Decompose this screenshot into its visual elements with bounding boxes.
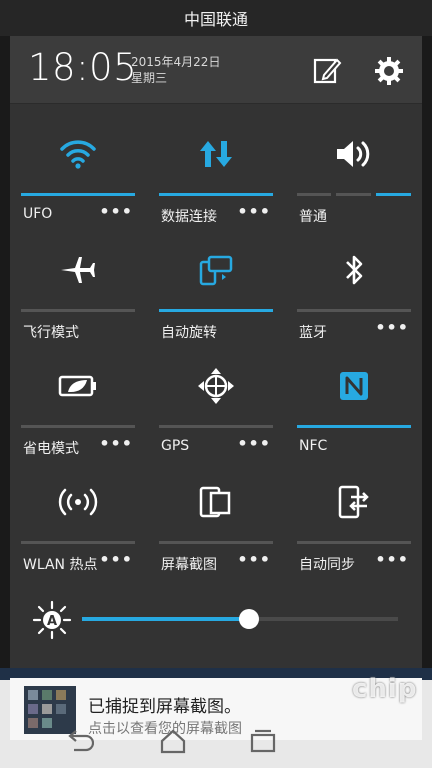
brightness-control: A	[10, 596, 422, 646]
tile-rotate-indicator	[159, 309, 273, 312]
more-icon[interactable]: •••	[99, 434, 133, 453]
wifi-icon	[21, 116, 135, 192]
panel-header: 18:05 2015年4月22日 星期三	[10, 36, 422, 104]
home-icon[interactable]	[158, 726, 188, 756]
clock-time: 18:05	[28, 46, 138, 89]
brightness-fill	[82, 617, 249, 621]
navigation-bar	[0, 716, 432, 768]
tile-bluetooth-label: 蓝牙	[299, 325, 327, 341]
brightness-thumb[interactable]	[239, 609, 259, 629]
tile-sound[interactable]: 普通	[297, 116, 411, 232]
tile-sound-label: 普通	[299, 209, 327, 225]
recent-apps-icon[interactable]	[248, 726, 278, 756]
more-icon[interactable]: •••	[99, 550, 133, 569]
quick-settings-panel: 18:05 2015年4月22日 星期三 UFO ••• 数据连接 ••• 普通…	[10, 36, 422, 668]
tile-screenshot-indicator	[159, 541, 273, 544]
gps-icon	[159, 348, 273, 424]
more-icon[interactable]: •••	[99, 202, 133, 221]
nfc-icon	[297, 348, 411, 424]
tile-nfc[interactable]: NFC	[297, 348, 411, 464]
tile-data[interactable]: 数据连接 •••	[159, 116, 273, 232]
tile-gps[interactable]: GPS •••	[159, 348, 273, 464]
tile-sync-indicator	[297, 541, 411, 544]
back-icon[interactable]	[64, 726, 95, 756]
svg-text:A: A	[47, 614, 57, 629]
tile-screenshot-label: 屏幕截图	[161, 557, 217, 573]
tile-data-label: 数据连接	[161, 209, 217, 225]
tile-wifi-label: UFO	[23, 206, 53, 222]
gear-icon[interactable]	[374, 56, 404, 86]
more-icon[interactable]: •••	[237, 202, 271, 221]
watermark-logo: chip	[352, 674, 418, 704]
volume-level-2	[336, 193, 371, 196]
more-icon[interactable]: •••	[375, 550, 409, 569]
volume-icon	[297, 116, 411, 192]
tile-sync[interactable]: 自动同步 •••	[297, 464, 411, 580]
tile-airplane-label: 飞行模式	[23, 325, 79, 341]
volume-level-1	[297, 193, 331, 196]
tile-rotate-label: 自动旋转	[161, 325, 217, 341]
tile-rotate[interactable]: 自动旋转	[159, 232, 273, 348]
tile-gps-label: GPS	[161, 438, 190, 454]
rotate-icon	[159, 232, 273, 308]
screenshot-icon	[159, 464, 273, 540]
tile-battery-saver-indicator	[21, 425, 135, 428]
sync-icon	[297, 464, 411, 540]
tile-nfc-indicator	[297, 425, 411, 428]
tile-airplane[interactable]: 飞行模式	[21, 232, 135, 348]
carrier-label: 中国联通	[183, 10, 248, 29]
tile-hotspot-indicator	[21, 541, 135, 544]
weekday-label: 星期三	[131, 71, 168, 85]
auto-brightness-icon[interactable]: A	[32, 600, 72, 640]
tile-data-indicator	[159, 193, 273, 196]
tile-bluetooth[interactable]: 蓝牙 •••	[297, 232, 411, 348]
hotspot-icon	[21, 464, 135, 540]
edit-icon[interactable]	[312, 56, 342, 86]
tile-wifi[interactable]: UFO •••	[21, 116, 135, 232]
notification-title: 已捕捉到屏幕截图。	[88, 697, 241, 717]
tile-nfc-label: NFC	[299, 438, 328, 454]
tile-battery-saver-label: 省电模式	[23, 441, 79, 457]
tile-screenshot[interactable]: 屏幕截图 •••	[159, 464, 273, 580]
volume-level-3	[376, 193, 411, 196]
tile-battery-saver[interactable]: 省电模式 •••	[21, 348, 135, 464]
date-block: 2015年4月22日 星期三	[131, 54, 220, 86]
more-icon[interactable]: •••	[375, 318, 409, 337]
tile-wifi-indicator	[21, 193, 135, 196]
tile-airplane-indicator	[21, 309, 135, 312]
more-icon[interactable]: •••	[237, 434, 271, 453]
data-transfer-icon	[159, 116, 273, 192]
more-icon[interactable]: •••	[237, 550, 271, 569]
airplane-icon	[21, 232, 135, 308]
bluetooth-icon	[297, 232, 411, 308]
tile-hotspot[interactable]: WLAN 热点 •••	[21, 464, 135, 580]
tile-hotspot-label: WLAN 热点	[23, 557, 98, 573]
tile-bluetooth-indicator	[297, 309, 411, 312]
date-label: 2015年4月22日	[131, 55, 221, 69]
tile-gps-indicator	[159, 425, 273, 428]
tile-sync-label: 自动同步	[299, 557, 355, 573]
status-bar: 中国联通	[0, 0, 432, 36]
battery-saver-icon	[21, 348, 135, 424]
